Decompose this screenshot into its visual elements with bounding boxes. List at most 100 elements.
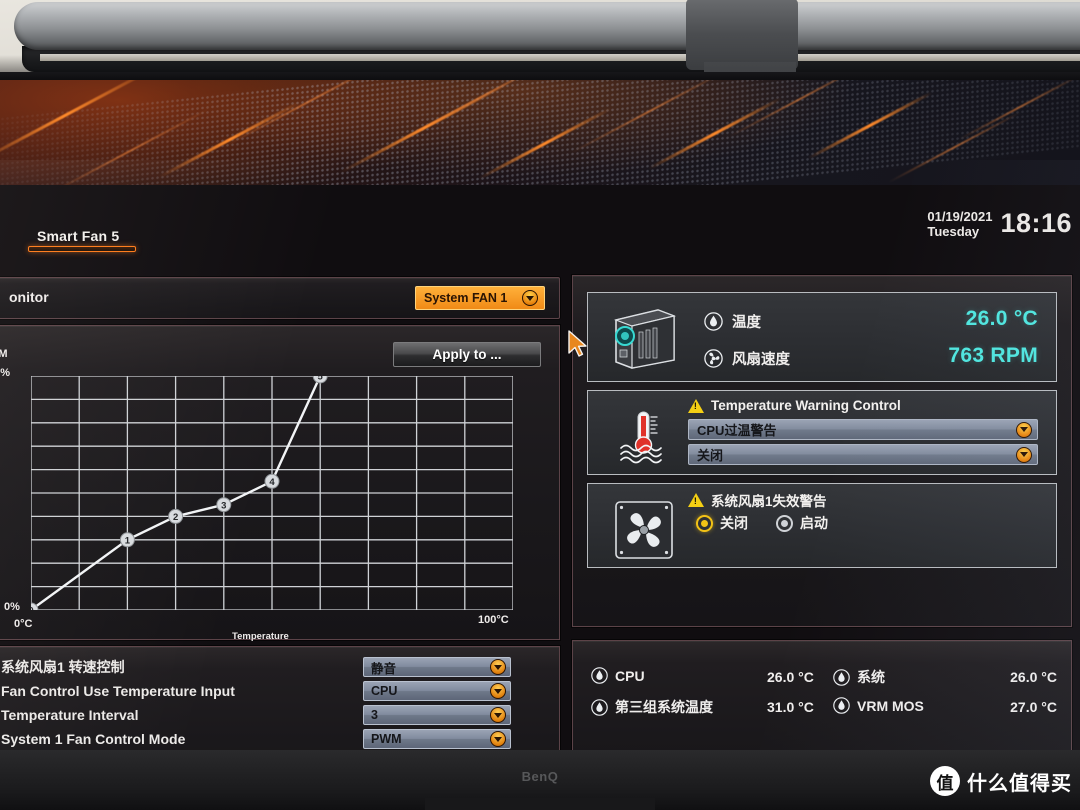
fan-speed-label: 风扇速度 [732, 352, 790, 368]
x-axis-min-label: 0°C [14, 618, 33, 630]
setting-label: 系统风扇1 转速控制 [1, 659, 125, 675]
system-temperatures-panel: CPU 26.0 °C 系统 26.0 °C 第三组系统温度 31.0 °C V… [572, 640, 1072, 750]
temperature-warning-source-dropdown[interactable]: CPU过温警告 [688, 419, 1038, 440]
setting-label: Fan Control Use Temperature Input [1, 683, 235, 699]
monitor-stand [425, 798, 655, 810]
screenbar-lamp: ScreenBar Plus [14, 0, 1080, 100]
page-title: Smart Fan 5 [37, 228, 120, 244]
setting-dropdown[interactable]: PWM [363, 729, 511, 749]
chevron-down-icon [522, 290, 538, 306]
setting-row[interactable]: Fan Control Use Temperature Input CPU [0, 679, 559, 703]
clock-date: 01/19/2021 [927, 208, 993, 224]
svg-text:4: 4 [269, 477, 275, 488]
thermometer-icon [833, 697, 850, 714]
fan-blade-icon [614, 500, 674, 560]
watermark-text: 什么值得买 [967, 772, 1072, 795]
x-axis-max-label: 100°C [478, 614, 509, 626]
fan-curve-svg[interactable]: 0 1 2 3 4 5 [31, 376, 513, 610]
thermometer-icon [833, 668, 850, 686]
temperature-warning-header: Temperature Warning Control [688, 398, 901, 413]
temperature-warning-state-dropdown[interactable]: 关闭 [688, 444, 1038, 465]
clock-weekday: Tuesday [927, 223, 980, 239]
fan-readout-box: 温度 26.0 °C 风扇速度 763 RPM [587, 292, 1057, 382]
setting-dropdown[interactable]: CPU [363, 681, 511, 701]
fan-warning-option-off[interactable]: 关闭 [696, 513, 748, 533]
screenbar-mount-clip [686, 0, 798, 70]
temp-value: 26.0 °C [767, 669, 814, 685]
y-axis-unit-label: WM [0, 348, 8, 360]
fan-speed-readout-row: 风扇速度 [704, 348, 790, 369]
temp-item: CPU [591, 667, 645, 684]
chevron-down-icon [490, 683, 506, 699]
active-tab-underline [28, 246, 136, 252]
monitor-section-bar: onitor System FAN 1 [0, 277, 560, 319]
thermometer-icon [591, 667, 608, 684]
setting-label: System 1 Fan Control Mode [1, 731, 186, 747]
fan-warning-option-off-label: 关闭 [720, 515, 748, 531]
setting-dropdown[interactable]: 静音 [363, 657, 511, 677]
screenbar-tube: ScreenBar Plus [14, 2, 1080, 50]
thermometer-waves-icon [612, 407, 674, 467]
warning-triangle-icon [688, 493, 704, 507]
radio-unselected-icon[interactable] [776, 514, 793, 532]
temperature-warning-source-value: CPU过温警告 [697, 423, 777, 438]
temp-value: 26.0 °C [1010, 669, 1057, 685]
table-row: CPU 26.0 °C 系统 26.0 °C [591, 665, 1057, 695]
chevron-down-icon [490, 731, 506, 747]
x-axis-title: Temperature [232, 631, 289, 642]
fan-failure-warning-title: 系统风扇1失效警告 [711, 494, 827, 509]
setting-row[interactable]: System 1 Fan Control Mode PWM [0, 727, 559, 750]
clock-widget: 01/19/2021 Tuesday 18:16 [927, 208, 1072, 239]
temperature-warning-state-value: 关闭 [697, 448, 724, 463]
fan-selector-value: System FAN 1 [424, 291, 508, 305]
chevron-down-icon [490, 707, 506, 723]
y-axis-min-label: 0% [4, 601, 20, 613]
temp-item: 系统 [833, 667, 885, 687]
fan-speed-value: 763 RPM [948, 344, 1038, 367]
pc-case-icon [606, 305, 684, 371]
fan-selector-dropdown[interactable]: System FAN 1 [415, 286, 545, 310]
svg-text:5: 5 [318, 376, 324, 383]
temperature-readout-row: 温度 [704, 311, 761, 332]
fan-icon [704, 349, 723, 368]
screenbar-led-strip [40, 54, 1080, 61]
y-axis-max-label: 00% [0, 367, 11, 379]
setting-row[interactable]: Temperature Interval 3 [0, 703, 559, 727]
temperature-label: 温度 [732, 315, 761, 331]
thermometer-icon [704, 312, 723, 331]
svg-text:2: 2 [173, 512, 178, 523]
setting-value: 3 [371, 708, 378, 722]
radio-selected-icon[interactable] [696, 514, 713, 532]
temperature-value: 26.0 °C [965, 307, 1038, 330]
mouse-cursor [568, 330, 588, 363]
screenshot-root: ScreenBar Plus Smart Fan 5 [0, 0, 1080, 810]
monitor-section-title: onitor [9, 289, 49, 305]
temp-value: 27.0 °C [1010, 699, 1057, 715]
fan-settings-panel: 系统风扇1 转速控制 静音 Fan Control Use Temperatur… [0, 646, 560, 750]
table-row: 第三组系统温度 31.0 °C VRM MOS 27.0 °C [591, 695, 1057, 725]
chevron-down-icon [1016, 421, 1032, 438]
svg-text:1: 1 [125, 535, 131, 546]
setting-row[interactable]: 系统风扇1 转速控制 静音 [0, 655, 559, 679]
watermark-badge: 值 [930, 766, 960, 796]
chevron-down-icon [490, 659, 506, 675]
chevron-down-icon [1016, 446, 1032, 463]
thermometer-icon [591, 698, 608, 716]
monitor-screen: Smart Fan 5 01/19/2021 Tuesday 18:16 oni… [0, 80, 1080, 750]
setting-label: Temperature Interval [1, 707, 139, 723]
temp-label: 第三组系统温度 [615, 699, 713, 715]
fan-warning-option-on[interactable]: 启动 [776, 513, 828, 533]
fan-monitor-panel: 温度 26.0 °C 风扇速度 763 RPM ! Temperature Wa… [572, 275, 1072, 627]
setting-value: PWM [371, 732, 402, 746]
temp-label: 系统 [857, 669, 885, 685]
temp-label: CPU [615, 667, 645, 684]
fan-curve-plot[interactable]: 0 1 2 3 4 5 [31, 376, 513, 610]
svg-text:3: 3 [221, 500, 226, 511]
setting-value: CPU [371, 684, 398, 698]
apply-to-button[interactable]: Apply to ... [393, 342, 541, 367]
monitor-brand-logo: BenQ [521, 769, 559, 784]
temp-label: VRM MOS [857, 697, 924, 714]
temp-item: 第三组系统温度 [591, 697, 713, 717]
setting-dropdown[interactable]: 3 [363, 705, 511, 725]
temperature-warning-title: Temperature Warning Control [711, 398, 901, 413]
